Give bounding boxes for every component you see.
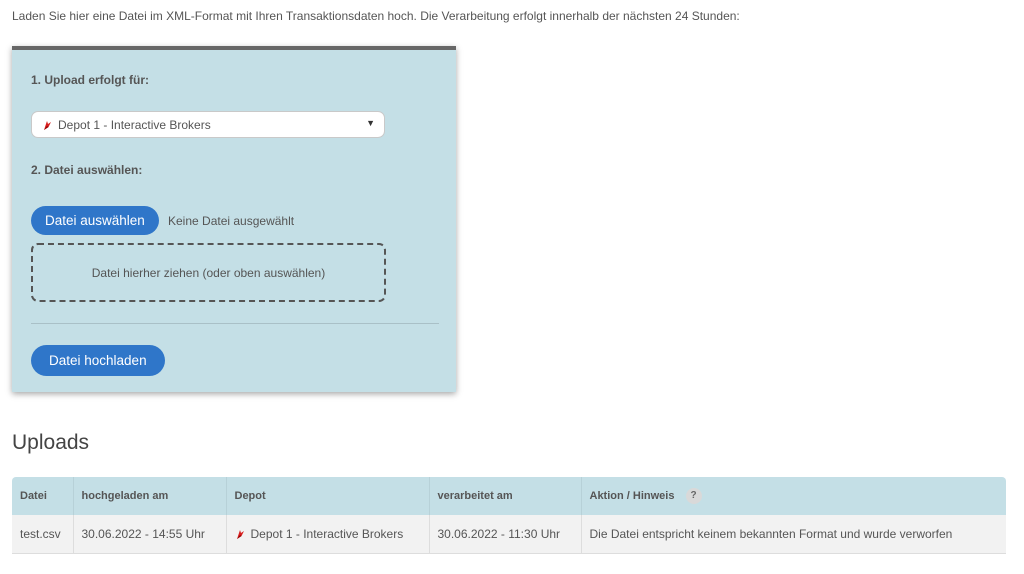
column-header-depot: Depot: [225, 477, 429, 515]
cell-note: Die Datei entspricht keinem bekannten Fo…: [580, 515, 1006, 554]
upload-page: Laden Sie hier eine Datei im XML-Format …: [0, 0, 1024, 574]
cell-depot-text: Depot 1 - Interactive Brokers: [250, 527, 404, 541]
step1-label: 1. Upload erfolgt für:: [31, 73, 149, 87]
column-header-processed: verarbeitet am: [428, 477, 581, 515]
dropzone-text: Datei hierher ziehen (oder oben auswähle…: [91, 265, 326, 280]
table-row: test.csv 30.06.2022 - 14:55 Uhr Depot 1 …: [12, 515, 1006, 554]
table-header-row: Datei hochgeladen am Depot verarbeitet a…: [12, 477, 1006, 515]
no-file-status: Keine Datei ausgewählt: [168, 214, 295, 228]
cell-file: test.csv: [12, 515, 73, 554]
column-header-action-label: Aktion / Hinweis: [589, 489, 675, 502]
cell-depot: Depot 1 - Interactive Brokers: [225, 515, 429, 554]
form-divider: [31, 323, 439, 324]
depot-select[interactable]: Depot 1 - Interactive Brokers ▼: [31, 111, 385, 138]
cell-uploaded: 30.06.2022 - 14:55 Uhr: [72, 515, 226, 554]
chevron-down-icon: ▼: [366, 118, 375, 128]
uploads-heading: Uploads: [12, 431, 90, 454]
column-header-file: Datei: [12, 477, 73, 515]
uploads-table: Datei hochgeladen am Depot verarbeitet a…: [12, 477, 1006, 554]
column-header-action: Aktion / Hinweis ?: [580, 477, 1006, 515]
intro-text: Laden Sie hier eine Datei im XML-Format …: [12, 9, 740, 23]
step2-label: 2. Datei auswählen:: [31, 163, 143, 177]
interactive-brokers-logo-icon: [42, 119, 52, 131]
interactive-brokers-logo-icon: [235, 528, 245, 540]
upload-file-button[interactable]: Datei hochladen: [31, 345, 165, 376]
file-dropzone[interactable]: Datei hierher ziehen (oder oben auswähle…: [31, 243, 386, 302]
upload-form-card: 1. Upload erfolgt für: Depot 1 - Interac…: [12, 46, 456, 392]
column-header-uploaded: hochgeladen am: [72, 477, 226, 515]
question-mark-icon[interactable]: ?: [685, 488, 702, 504]
cell-processed: 30.06.2022 - 11:30 Uhr: [428, 515, 581, 554]
choose-file-button[interactable]: Datei auswählen: [31, 206, 159, 235]
depot-select-value: Depot 1 - Interactive Brokers: [58, 117, 211, 132]
